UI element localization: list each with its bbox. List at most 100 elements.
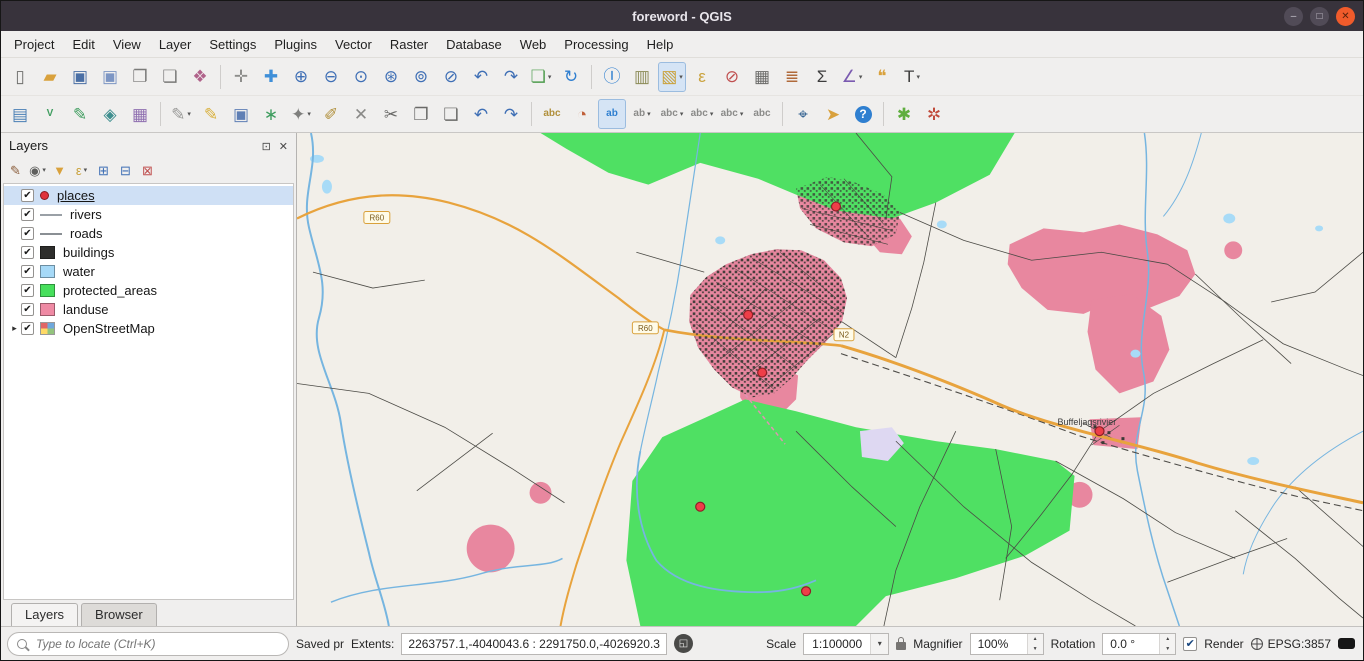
layer-row-buildings[interactable]: ✔buildings — [4, 243, 293, 262]
select-by-expression-button[interactable]: ε — [688, 62, 716, 92]
spin-down-icon[interactable]: ▼ — [1028, 644, 1043, 654]
menu-database[interactable]: Database — [437, 34, 511, 55]
show-hide-labels-button[interactable]: abc▾ — [688, 99, 716, 129]
rotation-spinner[interactable]: 0.0 ° ▲▼ — [1102, 633, 1176, 655]
expand-arrow-icon[interactable]: ▸ — [8, 323, 21, 334]
expand-all-button[interactable]: ⊞ — [93, 159, 114, 181]
dropdown-arrow-icon[interactable]: ▾ — [680, 110, 684, 118]
osm-place-search-button[interactable]: ⌖ — [789, 99, 817, 129]
zoom-next-button[interactable]: ↷ — [497, 62, 525, 92]
layer-label[interactable]: rivers — [70, 207, 102, 222]
identify-features-button[interactable]: Ⓘ — [598, 62, 626, 92]
maximize-button[interactable]: □ — [1310, 7, 1329, 26]
show-layout-manager-button[interactable]: ❏ — [156, 62, 184, 92]
new-print-layout-button[interactable]: ❐ — [126, 62, 154, 92]
layer-label[interactable]: water — [63, 264, 95, 279]
layer-row-openstreetmap[interactable]: ▸✔ OpenStreetMap — [4, 319, 293, 338]
chevron-down-icon[interactable]: ▾ — [870, 634, 888, 654]
locate-input[interactable] — [34, 636, 279, 652]
field-calculator-button[interactable]: ≣ — [778, 62, 806, 92]
close-panel-button[interactable]: ✕ — [279, 141, 288, 153]
save-project-as-button[interactable]: ▣ — [96, 62, 124, 92]
zoom-in-button[interactable]: ⊕ — [287, 62, 315, 92]
menu-settings[interactable]: Settings — [200, 34, 265, 55]
map-canvas[interactable]: R60 R60 N2 Buffeljagsrivier — [297, 133, 1363, 626]
new-map-view-button[interactable]: ❏▾ — [527, 62, 555, 92]
layer-label[interactable]: OpenStreetMap — [63, 321, 155, 336]
extents-toggle-button[interactable]: ◱ — [674, 634, 693, 653]
menu-vector[interactable]: Vector — [326, 34, 381, 55]
collapse-all-button[interactable]: ⊟ — [115, 159, 136, 181]
layer-label[interactable]: roads — [70, 226, 103, 241]
locate-bar[interactable] — [7, 632, 289, 656]
tab-browser[interactable]: Browser — [81, 603, 157, 626]
manage-map-themes-button[interactable]: ◉▾ — [27, 159, 48, 181]
cut-features-button[interactable]: ✂ — [377, 99, 405, 129]
extents-field[interactable]: 2263757.1,-4040043.6 : 2291750.0,-402692… — [401, 633, 667, 655]
layer-diagram-options-button[interactable]: ◔ — [568, 99, 596, 129]
filter-legend-button[interactable]: ▼ — [49, 159, 70, 181]
save-layer-edits-button[interactable]: ▣ — [227, 99, 255, 129]
menu-web[interactable]: Web — [511, 34, 556, 55]
style-manager-button[interactable]: ❖ — [186, 62, 214, 92]
new-geopackage-layer-button[interactable]: ◈ — [96, 99, 124, 129]
dropdown-arrow-icon[interactable]: ▾ — [679, 73, 683, 81]
zoom-last-button[interactable]: ↶ — [467, 62, 495, 92]
menu-raster[interactable]: Raster — [381, 34, 437, 55]
layer-tree[interactable]: ✔places✔rivers✔roads✔buildings✔water✔pro… — [3, 183, 294, 600]
menu-project[interactable]: Project — [5, 34, 63, 55]
layer-row-places[interactable]: ✔places — [4, 186, 293, 205]
menu-processing[interactable]: Processing — [555, 34, 637, 55]
statistical-summary-button[interactable]: Σ — [808, 62, 836, 92]
dropdown-arrow-icon[interactable]: ▾ — [647, 110, 651, 118]
minimize-button[interactable]: – — [1284, 7, 1303, 26]
dropdown-arrow-icon[interactable]: ▾ — [916, 73, 920, 81]
current-edits-button[interactable]: ✎▾ — [167, 99, 195, 129]
menu-edit[interactable]: Edit — [63, 34, 103, 55]
zoom-full-button[interactable]: ⊛ — [377, 62, 405, 92]
add-vector-layer-button[interactable]: V — [36, 99, 64, 129]
render-checkbox[interactable]: ✔ — [1183, 637, 1197, 651]
measure-button[interactable]: ∠▾ — [838, 62, 866, 92]
magnifier-spinner[interactable]: 100% ▲▼ — [970, 633, 1044, 655]
zoom-out-button[interactable]: ⊖ — [317, 62, 345, 92]
toggle-editing-button[interactable]: ✎ — [197, 99, 225, 129]
spin-up-icon[interactable]: ▲ — [1160, 634, 1175, 644]
filter-legend-by-expression-button[interactable]: ε▾ — [71, 159, 92, 181]
layer-row-roads[interactable]: ✔ roads — [4, 224, 293, 243]
zoom-native-button[interactable]: ⊙ — [347, 62, 375, 92]
new-virtual-layer-button[interactable]: ▦ — [126, 99, 154, 129]
dropdown-arrow-icon[interactable]: ▾ — [710, 110, 714, 118]
redo-button[interactable]: ↷ — [497, 99, 525, 129]
select-features-button[interactable]: ▧▾ — [658, 62, 686, 92]
layer-row-rivers[interactable]: ✔rivers — [4, 205, 293, 224]
vertex-tool-button[interactable]: ✦▾ — [287, 99, 315, 129]
deselect-features-button[interactable]: ⊘ — [718, 62, 746, 92]
dropdown-arrow-icon[interactable]: ▾ — [187, 110, 191, 118]
layer-checkbox[interactable]: ✔ — [21, 246, 34, 259]
titlebar[interactable]: foreword - QGIS –□✕ — [1, 1, 1363, 31]
pan-map-button[interactable]: ✛ — [227, 62, 255, 92]
open-data-source-manager-button[interactable]: ▤ — [6, 99, 34, 129]
dropdown-arrow-icon[interactable]: ▾ — [84, 166, 88, 174]
layer-checkbox[interactable]: ✔ — [21, 265, 34, 278]
zoom-to-selection-button[interactable]: ⊚ — [407, 62, 435, 92]
undo-button[interactable]: ↶ — [467, 99, 495, 129]
layer-checkbox[interactable]: ✔ — [21, 322, 34, 335]
remove-layer-button[interactable]: ⊠ — [137, 159, 158, 181]
new-project-button[interactable]: ▯ — [6, 62, 34, 92]
zoom-to-layer-button[interactable]: ⊘ — [437, 62, 465, 92]
processing-toolbox-button[interactable]: ✱ — [890, 99, 918, 129]
lock-scale-icon[interactable] — [896, 642, 906, 650]
open-layer-styling-button[interactable]: ✎ — [5, 159, 26, 181]
scale-combo[interactable]: 1:100000 ▾ — [803, 633, 889, 655]
layer-row-landuse[interactable]: ✔landuse — [4, 300, 293, 319]
spin-down-icon[interactable]: ▼ — [1160, 644, 1175, 654]
tab-layers[interactable]: Layers — [11, 603, 78, 626]
close-button[interactable]: ✕ — [1336, 7, 1355, 26]
layer-checkbox[interactable]: ✔ — [21, 227, 34, 240]
osm-downloader-button[interactable]: ➤ — [819, 99, 847, 129]
layer-labeling-options-button[interactable]: abc — [538, 99, 566, 129]
delete-selected-button[interactable]: ✕ — [347, 99, 375, 129]
dropdown-arrow-icon[interactable]: ▾ — [548, 73, 552, 81]
